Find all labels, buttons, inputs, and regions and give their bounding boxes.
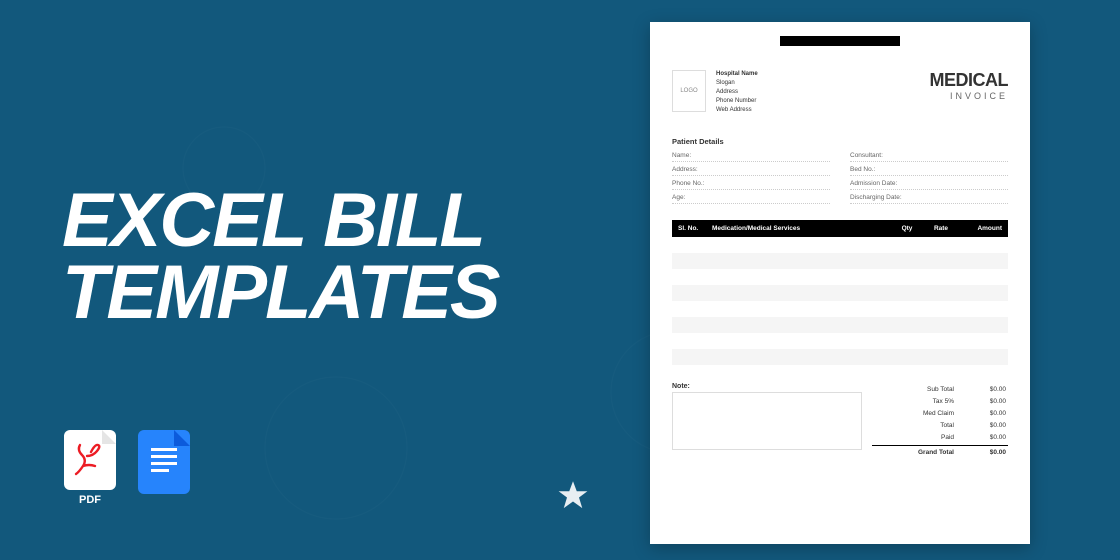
total-paid: Paid$0.00 [872,431,1008,443]
patient-address: Address: [672,164,830,176]
table-row [672,301,1008,317]
col-amount: Amount [960,225,1002,232]
totals-section: Sub Total$0.00 Tax 5%$0.00 Med Claim$0.0… [872,383,1008,459]
invoice-table-rows [672,237,1008,365]
table-row [672,285,1008,301]
pdf-file-icon: PDF [62,430,118,506]
patient-consultant: Consultant: [850,150,1008,162]
hospital-name: Hospital Name [716,70,758,79]
google-docs-icon [138,430,190,494]
file-type-icons: PDF [62,430,192,506]
patient-details-grid: Name: Consultant: Address: Bed No.: Phon… [672,150,1008,204]
table-row [672,349,1008,365]
invoice-header-right: MEDICAL INVOICE [930,70,1009,115]
invoice-top-bar [780,36,900,46]
hospital-web: Web Address [716,106,758,115]
invoice-table-header: Sl. No. Medication/Medical Services Qty … [672,220,1008,237]
page-title: EXCEL BILL TEMPLATES [62,185,499,329]
total-tax: Tax 5%$0.00 [872,395,1008,407]
col-slno: Sl. No. [678,225,712,232]
document-subtitle: INVOICE [930,91,1009,101]
total-total: Total$0.00 [872,419,1008,431]
hospital-slogan: Slogan [716,79,758,88]
star-icon [558,480,588,510]
col-service: Medication/Medical Services [712,225,892,232]
patient-admission: Admission Date: [850,178,1008,190]
pdf-label: PDF [79,494,101,506]
total-medclaim: Med Claim$0.00 [872,407,1008,419]
note-label: Note: [672,383,862,390]
docs-file-icon [136,430,192,494]
note-box [672,392,862,450]
total-subtotal: Sub Total$0.00 [872,383,1008,395]
patient-name: Name: [672,150,830,162]
col-rate: Rate [922,225,960,232]
title-line-1: EXCEL BILL [62,185,499,257]
patient-bed: Bed No.: [850,164,1008,176]
patient-phone: Phone No.: [672,178,830,190]
docs-lines-icon [151,448,177,476]
total-grand: Grand Total$0.00 [872,445,1008,459]
title-line-2: TEMPLATES [62,257,499,329]
table-row [672,237,1008,253]
patient-discharge: Discharging Date: [850,192,1008,204]
table-row [672,333,1008,349]
note-section: Note: [672,383,862,459]
invoice-preview: LOGO Hospital Name Slogan Address Phone … [650,22,1030,544]
hospital-phone: Phone Number [716,97,758,106]
invoice-header-left: LOGO Hospital Name Slogan Address Phone … [672,70,758,115]
patient-details-heading: Patient Details [672,137,1008,146]
note-and-totals: Note: Sub Total$0.00 Tax 5%$0.00 Med Cla… [672,383,1008,459]
document-title: MEDICAL [930,70,1009,91]
table-row [672,253,1008,269]
hospital-info: Hospital Name Slogan Address Phone Numbe… [716,70,758,115]
pdf-icon [64,430,116,490]
hospital-address: Address [716,88,758,97]
table-row [672,317,1008,333]
table-row [672,269,1008,285]
col-qty: Qty [892,225,922,232]
invoice-header: LOGO Hospital Name Slogan Address Phone … [672,70,1008,115]
logo-placeholder: LOGO [672,70,706,112]
patient-age: Age: [672,192,830,204]
